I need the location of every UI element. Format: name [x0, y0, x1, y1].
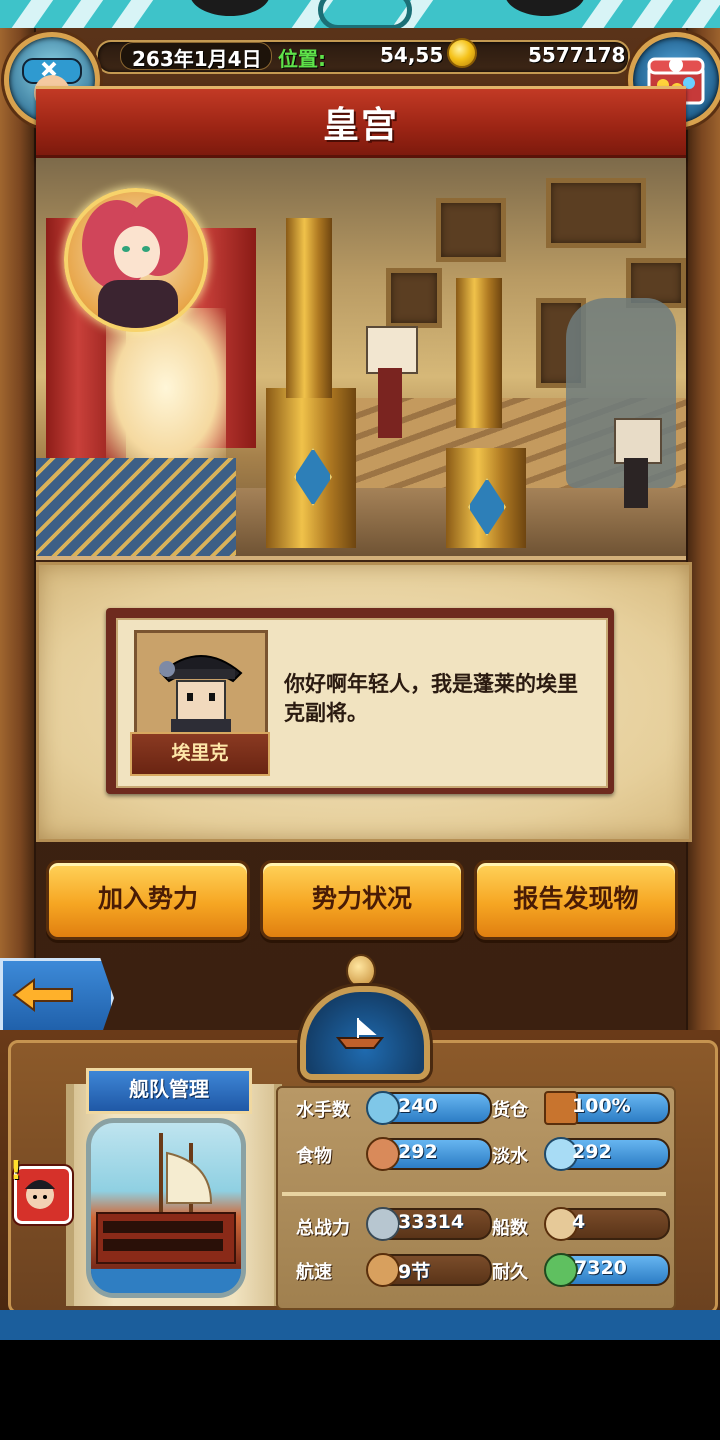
water-label: 淡水: [492, 1146, 528, 1167]
position-value: 54,55: [380, 43, 444, 67]
stats-divider: [282, 1192, 666, 1196]
palace-host-portrait: [64, 188, 208, 332]
sailor-icon: [366, 1091, 400, 1125]
join-faction-button[interactable]: 加入势力: [46, 860, 250, 940]
water-value: 292: [572, 1141, 612, 1163]
durability-label: 耐久: [492, 1262, 528, 1283]
speed-value: 9节: [398, 1261, 431, 1283]
crew-alert-icon[interactable]: [14, 1166, 72, 1224]
food-label: 食物: [296, 1146, 332, 1167]
ships-value: 4: [572, 1211, 586, 1233]
wood-frame-right: [686, 28, 720, 1058]
report-discovery-button[interactable]: 报告发现物: [474, 860, 678, 940]
fleet-ship-image[interactable]: [86, 1118, 246, 1298]
npc-portrait: [134, 630, 268, 746]
sailors-label: 水手数: [296, 1100, 350, 1121]
speed-ship-icon: [366, 1253, 400, 1287]
alert-exclamation: !: [10, 1156, 22, 1186]
compass-knob: [346, 954, 376, 988]
crossed-swords-icon: [366, 1207, 400, 1241]
game-date: 263年1月4日: [132, 47, 262, 71]
meat-icon: [366, 1137, 400, 1171]
position-label: 位置:: [278, 47, 326, 71]
sailors-value: 240: [398, 1095, 438, 1117]
cargo-label: 货仓: [492, 1100, 528, 1121]
power-label: 总战力: [296, 1218, 350, 1239]
durability-value: 7320: [574, 1257, 627, 1279]
repair-ship-icon: [544, 1253, 578, 1287]
gold-amount: 5577178: [528, 43, 626, 67]
top-decoration-strip: [0, 0, 720, 30]
food-value: 292: [398, 1141, 438, 1163]
palace-scene: [36, 158, 686, 560]
power-value: 33314: [398, 1211, 465, 1233]
speed-label: 航速: [296, 1262, 332, 1283]
gold-coin-icon: [447, 38, 477, 68]
cargo-value: 100%: [572, 1095, 631, 1117]
ships-label: 船数: [492, 1218, 528, 1239]
fleet-management-title[interactable]: 舰队管理: [86, 1068, 252, 1114]
back-arrow-icon: [12, 978, 73, 1012]
faction-status-button[interactable]: 势力状况: [260, 860, 464, 940]
empty-area: [0, 1340, 720, 1440]
sail-boat-icon: [335, 1017, 385, 1049]
location-title: 皇宫: [322, 105, 399, 146]
bottom-bar: [0, 1310, 720, 1340]
dialog-text: 你好啊年轻人，我是蓬莱的埃里克副将。: [284, 672, 578, 725]
npc-name-tag: 埃里克: [130, 732, 270, 776]
wood-frame-left: [0, 28, 36, 1058]
